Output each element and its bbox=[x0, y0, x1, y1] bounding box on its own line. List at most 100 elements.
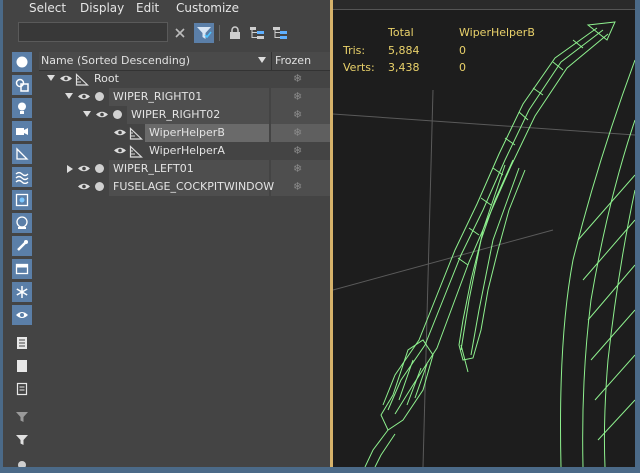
snowflake-icon[interactable]: ❄ bbox=[293, 126, 302, 139]
helper-icon bbox=[75, 73, 89, 86]
tree-row-label: WiperHelperB bbox=[149, 126, 225, 139]
document-blank-icon bbox=[17, 360, 27, 372]
bone-icon bbox=[17, 240, 28, 251]
eye-icon[interactable] bbox=[59, 74, 73, 83]
expand-toggle[interactable] bbox=[67, 165, 73, 173]
tree-header: Name (Sorted Descending) Frozen bbox=[39, 52, 330, 71]
layers-icon bbox=[273, 27, 287, 39]
helper-icon bbox=[16, 147, 29, 160]
tool-select-all[interactable] bbox=[12, 333, 32, 353]
lock-icon bbox=[230, 26, 240, 39]
sphere-icon bbox=[16, 56, 28, 68]
helper-icon bbox=[129, 145, 143, 158]
shapes-icon bbox=[15, 78, 29, 92]
tree-row-root[interactable]: Root ❄ bbox=[39, 70, 330, 88]
expand-toggle[interactable] bbox=[83, 111, 91, 117]
camera-icon bbox=[16, 128, 28, 135]
lock-button[interactable] bbox=[225, 23, 245, 43]
scene-explorer-window: Select Display Edit Customize Name (Sort… bbox=[3, 0, 635, 467]
eye-icon bbox=[16, 312, 28, 318]
tree-row-wiperhelpera[interactable]: WiperHelperA ❄ bbox=[39, 142, 330, 160]
grid-lines bbox=[333, 89, 635, 467]
tool-space-warps[interactable] bbox=[12, 167, 32, 187]
tree-row-label: WIPER_RIGHT02 bbox=[131, 108, 221, 121]
tool-more[interactable] bbox=[12, 453, 32, 467]
layers-button[interactable] bbox=[270, 23, 290, 43]
tool-groups[interactable] bbox=[12, 190, 32, 210]
tree-row-wiper-right01[interactable]: WIPER_RIGHT01 ❄ bbox=[39, 88, 330, 106]
eye-icon[interactable] bbox=[95, 110, 109, 119]
filter-icon bbox=[197, 27, 212, 39]
snowflake-icon bbox=[16, 286, 28, 298]
tool-filter-settings[interactable] bbox=[12, 407, 32, 427]
explorer-toolbar bbox=[3, 16, 330, 52]
name-column-header[interactable]: Name (Sorted Descending) bbox=[41, 54, 190, 67]
wireframe-scene bbox=[333, 21, 635, 467]
menu-select[interactable]: Select bbox=[29, 1, 66, 15]
tree-row-fuselage-cockpitwindow[interactable]: FUSELAGE_COCKPITWINDOW ❄ bbox=[39, 178, 330, 196]
snowflake-icon[interactable]: ❄ bbox=[293, 72, 302, 85]
perspective-viewport[interactable]: Total WiperHelperB Tris: 5,884 0 Verts: … bbox=[333, 0, 635, 467]
tool-xrefs[interactable] bbox=[12, 213, 32, 233]
menu-customize[interactable]: Customize bbox=[176, 1, 239, 15]
toolbar-divider bbox=[219, 25, 220, 41]
helper-icon bbox=[129, 127, 143, 140]
tree-row-label: FUSELAGE_COCKPITWINDOW bbox=[113, 180, 275, 193]
object-dot-icon bbox=[95, 92, 104, 101]
window-wireframe bbox=[560, 59, 635, 467]
scene-explorer: Name (Sorted Descending) Frozen Root ❄ W… bbox=[3, 16, 330, 467]
tool-bones[interactable] bbox=[12, 236, 32, 256]
snowflake-icon[interactable]: ❄ bbox=[293, 144, 302, 157]
object-dot-icon bbox=[113, 110, 122, 119]
eye-icon[interactable] bbox=[113, 128, 127, 137]
eye-icon[interactable] bbox=[77, 164, 91, 173]
gear-icon bbox=[18, 461, 26, 467]
xref-icon bbox=[16, 216, 28, 229]
tree-row-label: WIPER_RIGHT01 bbox=[113, 90, 203, 103]
tool-geometry[interactable] bbox=[12, 52, 32, 72]
expand-toggle[interactable] bbox=[65, 93, 73, 99]
light-bulb-icon bbox=[18, 102, 26, 114]
snowflake-icon[interactable]: ❄ bbox=[293, 162, 302, 175]
snowflake-icon[interactable]: ❄ bbox=[293, 90, 302, 103]
snowflake-icon[interactable]: ❄ bbox=[293, 180, 302, 193]
menu-edit[interactable]: Edit bbox=[136, 1, 159, 15]
tree-row-label: Root bbox=[94, 72, 119, 85]
tool-frozen[interactable] bbox=[12, 282, 32, 302]
tool-containers[interactable] bbox=[12, 259, 32, 279]
expand-toggle[interactable] bbox=[47, 75, 55, 81]
clear-search-button[interactable] bbox=[170, 23, 190, 43]
eye-icon[interactable] bbox=[77, 182, 91, 191]
close-icon bbox=[175, 28, 185, 38]
filter-toggle-button[interactable] bbox=[194, 23, 214, 43]
search-input[interactable] bbox=[18, 22, 168, 42]
container-icon bbox=[15, 263, 29, 275]
tool-shapes[interactable] bbox=[12, 75, 32, 95]
wiper-wireframe bbox=[364, 21, 616, 467]
tree-row-wiper-right02[interactable]: WIPER_RIGHT02 ❄ bbox=[39, 106, 330, 124]
frozen-column-header[interactable]: Frozen bbox=[275, 54, 311, 67]
tree-row-label: WiperHelperA bbox=[149, 144, 225, 157]
sort-descending-icon[interactable] bbox=[258, 57, 266, 63]
tool-cameras[interactable] bbox=[12, 121, 32, 141]
hierarchy-icon bbox=[250, 27, 264, 39]
column-separator[interactable] bbox=[271, 52, 272, 70]
object-dot-icon bbox=[95, 182, 104, 191]
snowflake-icon[interactable]: ❄ bbox=[293, 108, 302, 121]
filter-icon bbox=[16, 435, 28, 445]
menu-display[interactable]: Display bbox=[80, 1, 124, 15]
tree-row-wiperhelperb[interactable]: WiperHelperB ❄ bbox=[39, 124, 330, 142]
tree-row-label: WIPER_LEFT01 bbox=[113, 162, 194, 175]
eye-icon[interactable] bbox=[113, 146, 127, 155]
tool-hidden[interactable] bbox=[12, 305, 32, 325]
wave-icon bbox=[15, 171, 29, 184]
tool-filter[interactable] bbox=[12, 430, 32, 450]
tool-helpers[interactable] bbox=[12, 144, 32, 164]
tool-select-invert[interactable] bbox=[12, 379, 32, 399]
menu-bar: Select Display Edit Customize bbox=[3, 0, 330, 16]
tool-select-none[interactable] bbox=[12, 356, 32, 376]
hierarchy-button[interactable] bbox=[247, 23, 267, 43]
tree-row-wiper-left01[interactable]: WIPER_LEFT01 ❄ bbox=[39, 160, 330, 178]
tool-lights[interactable] bbox=[12, 98, 32, 118]
eye-icon[interactable] bbox=[77, 92, 91, 101]
